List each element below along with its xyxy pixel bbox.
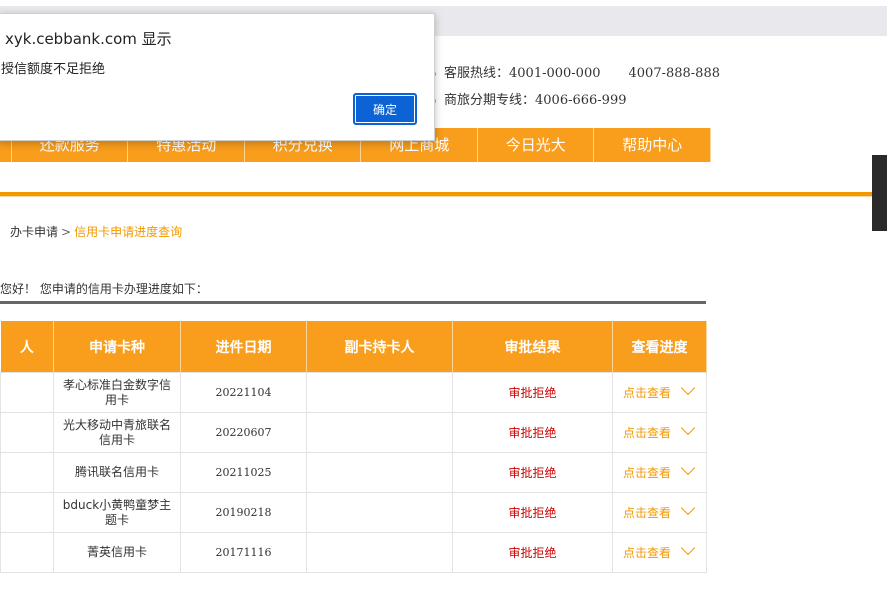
view-progress-link[interactable]: 点击查看 — [612, 492, 707, 533]
ok-button[interactable]: 确定 — [353, 93, 417, 125]
date-cell: 20221104 — [180, 372, 307, 413]
progress-table: 人 申请卡种 进件日期 副卡持卡人 审批结果 查看进度 孝心标准白金数字信用卡 … — [0, 321, 707, 573]
hotline-label: 客服热线：4001-000-000 — [444, 65, 601, 81]
date-cell: 20211025 — [180, 452, 307, 493]
supplementary-cell — [306, 532, 453, 573]
col-header-applicant: 人 — [0, 321, 54, 373]
date-cell: 20220607 — [180, 412, 307, 453]
card-type-text: 孝心标准白金数字信用卡 — [62, 377, 171, 407]
col-header-supplementary: 副卡持卡人 — [306, 321, 453, 373]
applicant-cell — [0, 372, 54, 413]
breadcrumb-separator: > — [61, 225, 72, 239]
chevron-down-icon[interactable] — [680, 380, 696, 396]
nav-item-help[interactable]: 帮助中心 — [594, 128, 711, 162]
view-progress-label[interactable]: 点击查看 — [623, 546, 671, 560]
supplementary-cell — [306, 452, 453, 493]
dialog-message: 授信额度不足拒绝 — [1, 62, 106, 77]
supplementary-cell — [306, 492, 453, 533]
applicant-cell — [0, 452, 54, 493]
result-cell: 审批拒绝 — [452, 492, 613, 533]
col-header-progress: 查看进度 — [612, 321, 707, 373]
applicant-cell — [0, 412, 54, 453]
hotline-row: 客服热线：4001-000-000 4007-888-888 — [430, 60, 720, 87]
card-type-cell: bduck小黄鸭童梦主题卡 — [53, 492, 181, 533]
table-header-row: 人 申请卡种 进件日期 副卡持卡人 审批结果 查看进度 — [0, 321, 707, 373]
view-progress-label[interactable]: 点击查看 — [623, 426, 671, 440]
supplementary-cell — [306, 372, 453, 413]
supplementary-cell — [306, 412, 453, 453]
card-type-cell: 菁英信用卡 — [53, 532, 181, 573]
view-progress-link[interactable]: 点击查看 — [612, 412, 707, 453]
view-progress-label[interactable]: 点击查看 — [623, 466, 671, 480]
card-type-text: 菁英信用卡 — [86, 545, 147, 559]
chevron-down-icon[interactable] — [680, 540, 696, 556]
dialog-title: xyk.cebbank.com 显示 — [5, 30, 172, 48]
card-type-cell: 腾讯联名信用卡 — [53, 452, 181, 493]
chevron-down-icon[interactable] — [680, 420, 696, 436]
side-float-tab[interactable] — [872, 155, 887, 231]
header-divider-shadow — [0, 196, 887, 197]
table-row: 光大移动中青旅联名信用卡 20220607 审批拒绝 点击查看 — [0, 412, 707, 453]
table-row: 菁英信用卡 20171116 审批拒绝 点击查看 — [0, 532, 707, 573]
view-progress-link[interactable]: 点击查看 — [612, 532, 707, 573]
result-cell: 审批拒绝 — [452, 372, 613, 413]
result-cell: 审批拒绝 — [452, 532, 613, 573]
view-progress-label[interactable]: 点击查看 — [623, 506, 671, 520]
travel-row: 商旅分期专线：4006-666-999 — [430, 87, 720, 114]
section-rule — [0, 301, 706, 304]
card-type-text: bduck小黄鸭童梦主题卡 — [62, 497, 172, 527]
greeting-text: 您好！ 您申请的信用卡办理进度如下： — [0, 282, 208, 296]
applicant-cell — [0, 492, 54, 533]
travel-label: 商旅分期专线：4006-666-999 — [444, 92, 627, 108]
chevron-down-icon[interactable] — [680, 500, 696, 516]
date-cell: 20171116 — [180, 532, 307, 573]
view-progress-label[interactable]: 点击查看 — [623, 386, 671, 400]
alert-dialog: xyk.cebbank.com 显示 授信额度不足拒绝 确定 — [0, 13, 435, 141]
date-cell: 20190218 — [180, 492, 307, 533]
col-header-date: 进件日期 — [180, 321, 307, 373]
applicant-cell — [0, 532, 54, 573]
col-header-card-type: 申请卡种 — [53, 321, 181, 373]
breadcrumb-current: 信用卡申请进度查询 — [74, 225, 183, 239]
table-row: 腾讯联名信用卡 20211025 审批拒绝 点击查看 — [0, 452, 707, 493]
col-header-result: 审批结果 — [452, 321, 613, 373]
card-type-cell: 光大移动中青旅联名信用卡 — [53, 412, 181, 453]
view-progress-link[interactable]: 点击查看 — [612, 452, 707, 493]
hotline-second: 4007-888-888 — [628, 65, 721, 81]
header-hotline: 客服热线：4001-000-000 4007-888-888 商旅分期专线：40… — [430, 60, 720, 114]
breadcrumb: 办卡申请 > 信用卡申请进度查询 — [10, 223, 182, 240]
card-type-cell: 孝心标准白金数字信用卡 — [53, 372, 181, 413]
chevron-down-icon[interactable] — [680, 460, 696, 476]
table-row: 孝心标准白金数字信用卡 20221104 审批拒绝 点击查看 — [0, 372, 707, 413]
table-row: bduck小黄鸭童梦主题卡 20190218 审批拒绝 点击查看 — [0, 492, 707, 533]
result-cell: 审批拒绝 — [452, 412, 613, 453]
card-type-text: 光大移动中青旅联名信用卡 — [62, 417, 171, 447]
nav-item-today[interactable]: 今日光大 — [478, 128, 595, 162]
card-type-text: 腾讯联名信用卡 — [74, 465, 159, 479]
breadcrumb-parent[interactable]: 办卡申请 — [10, 225, 58, 239]
result-cell: 审批拒绝 — [452, 452, 613, 493]
view-progress-link[interactable]: 点击查看 — [612, 372, 707, 413]
